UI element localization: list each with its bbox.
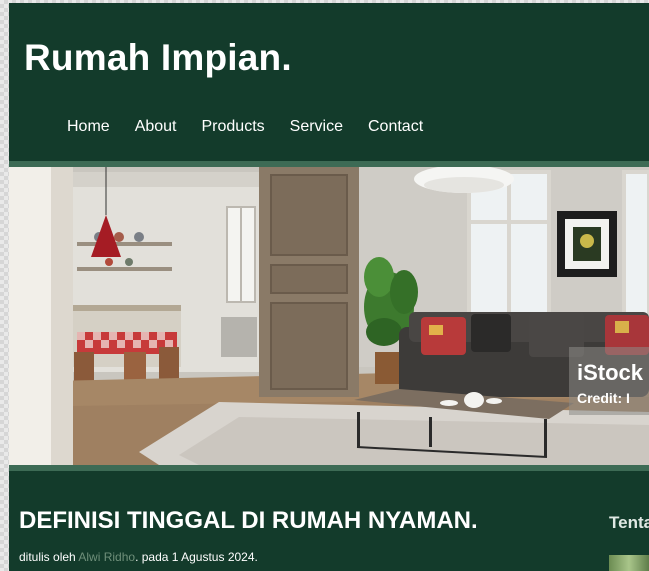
site-title[interactable]: Rumah Impian.: [24, 37, 292, 79]
sidebar-title: Tentang: [609, 513, 649, 532]
watermark-credit: Credit: I: [577, 390, 630, 406]
hero-image: iStock Credit: I: [9, 167, 649, 465]
content-section: DEFINISI TINGGAL DI RUMAH NYAMAN. dituli…: [9, 471, 649, 571]
nav-about-link[interactable]: About: [135, 118, 177, 136]
meta-suffix: . pada 1 Agustus 2024.: [135, 550, 258, 564]
article-meta: ditulis oleh Alwi Ridho. pada 1 Agustus …: [19, 550, 258, 564]
nav-contact-link[interactable]: Contact: [368, 118, 423, 136]
meta-prefix: ditulis oleh: [19, 550, 79, 564]
page: Rumah Impian. Home About Products Servic…: [9, 3, 649, 571]
nav-products-link[interactable]: Products: [202, 118, 265, 136]
sidebar-thumbnail[interactable]: [609, 555, 649, 571]
watermark-brand: iStock: [577, 360, 644, 385]
author-link[interactable]: Alwi Ridho: [78, 550, 135, 564]
main-nav: Home About Products Service Contact: [67, 118, 448, 136]
living-room-illustration: iStock Credit: I: [9, 167, 649, 465]
nav-home-link[interactable]: Home: [67, 118, 110, 136]
article-title: DEFINISI TINGGAL DI RUMAH NYAMAN.: [19, 507, 478, 534]
nav-service-link[interactable]: Service: [290, 118, 343, 136]
site-header: Rumah Impian. Home About Products Servic…: [9, 3, 649, 161]
